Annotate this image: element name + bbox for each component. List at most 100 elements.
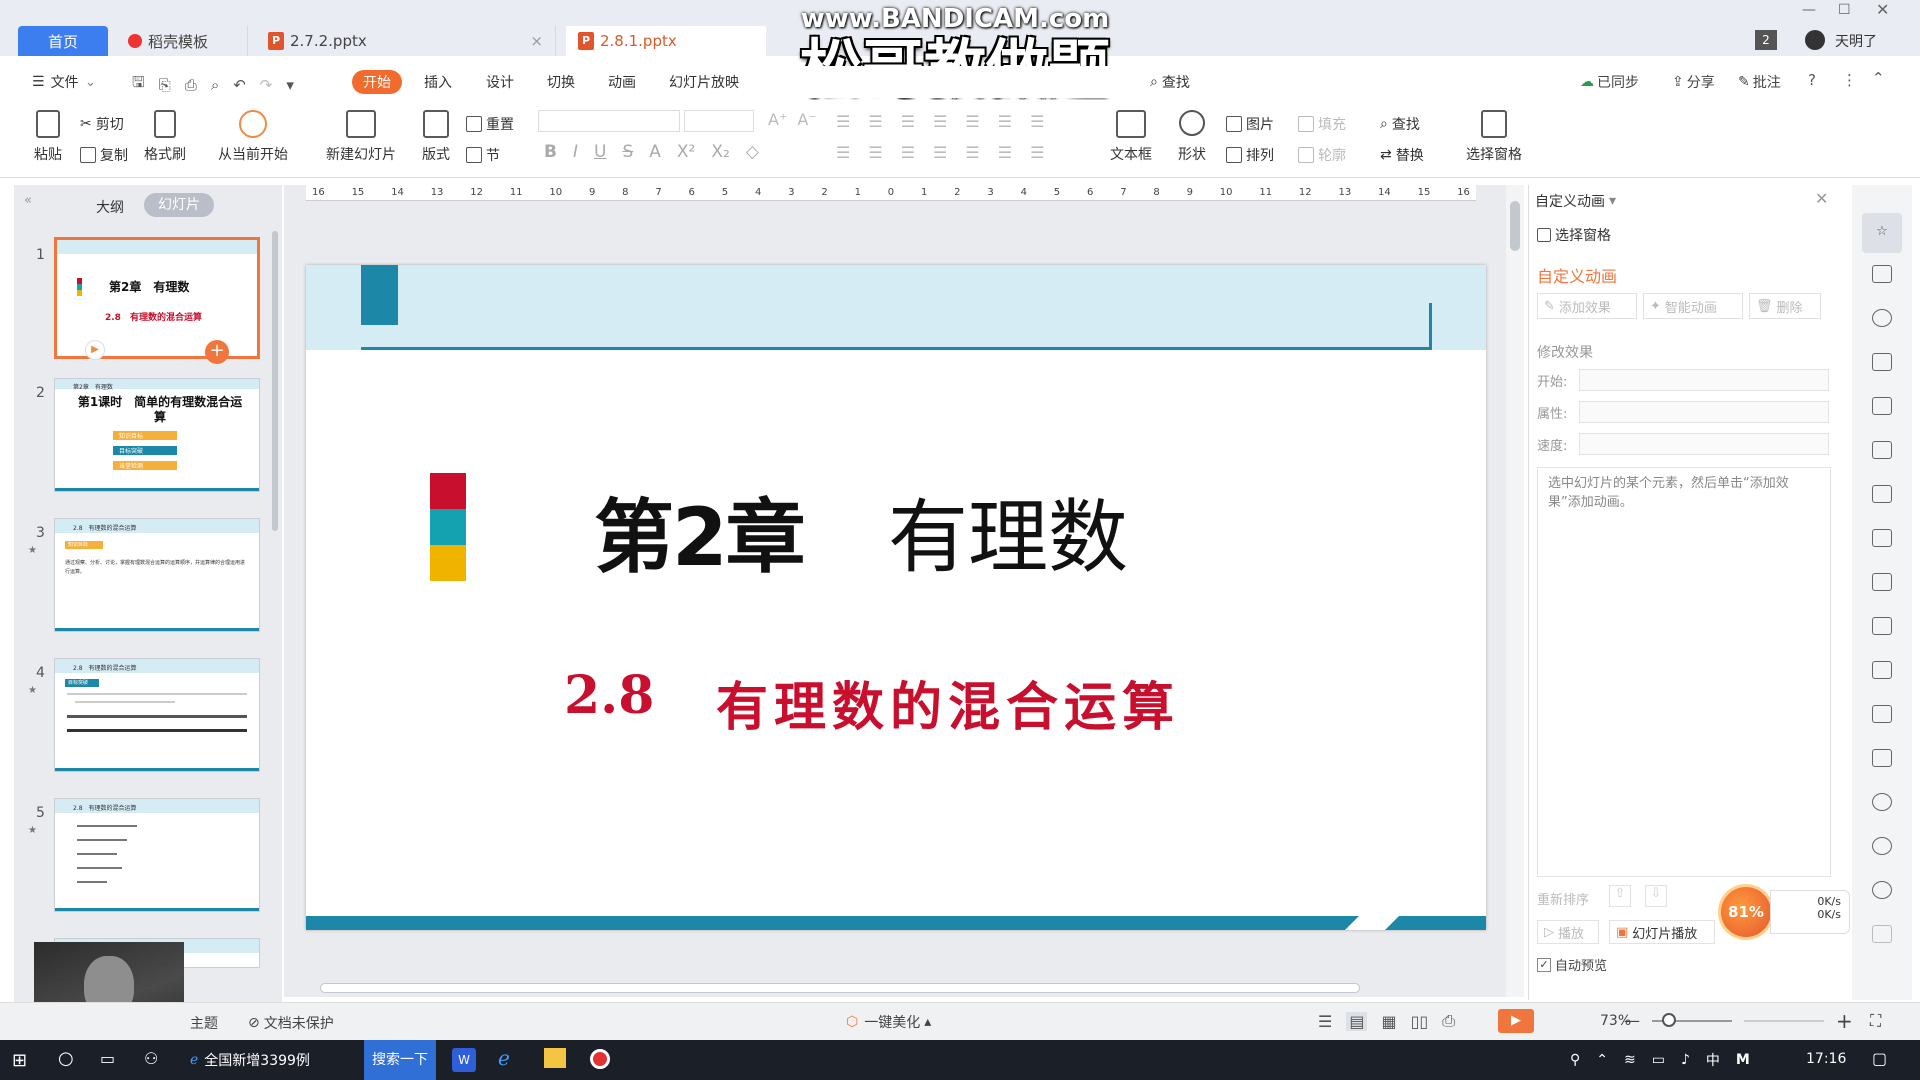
export-icon[interactable] xyxy=(1872,617,1892,635)
slide-thumbnail-4[interactable]: 2.8 有理数的混合运算 目标突破 xyxy=(54,658,260,772)
animation-tool-button[interactable]: ☆ xyxy=(1862,213,1902,253)
comment-button[interactable]: ✎ 批注 xyxy=(1738,72,1781,92)
close-panel-icon[interactable]: ✕ xyxy=(1815,189,1828,208)
zoom-out-icon[interactable]: — xyxy=(1624,1011,1640,1030)
normal-view-icon[interactable]: ▤ xyxy=(1346,1011,1368,1031)
new-slide-button[interactable]: 新建幻灯片 xyxy=(316,110,406,164)
search-box-button[interactable]: 搜索一下 xyxy=(364,1040,436,1080)
clock[interactable]: 17:16 xyxy=(1806,1051,1846,1067)
redo-icon[interactable]: ↷ xyxy=(260,76,273,94)
section-button[interactable]: 节 xyxy=(466,145,500,165)
tab-docer-template[interactable]: 稻壳模板 xyxy=(116,26,248,56)
collapse-ribbon-icon[interactable]: ⌃ xyxy=(1872,69,1885,87)
help-icon[interactable]: ? xyxy=(1808,71,1816,89)
format-painter-button[interactable]: 格式刷 xyxy=(140,110,190,164)
distribute-icon[interactable]: ☰ xyxy=(965,143,979,162)
search-button[interactable]: ⌕ 查找 xyxy=(1150,72,1190,92)
horizontal-scroll-thumb[interactable] xyxy=(320,983,1360,993)
net-meter-percent[interactable]: 81% xyxy=(1718,884,1774,940)
picture-button[interactable]: 图片 xyxy=(1226,114,1274,134)
zoom-in-icon[interactable]: + xyxy=(1836,1009,1853,1033)
align-right-icon[interactable]: ☰ xyxy=(901,143,915,162)
slide-thumbnail-2[interactable]: 第2章 有理数 第1课时 简单的有理数混合运算 知识目标 目标突破 当堂检测 xyxy=(54,378,260,492)
move-up-icon[interactable]: ⇧ xyxy=(1609,885,1631,907)
menu-insert[interactable]: 插入 xyxy=(424,72,452,92)
archive-icon[interactable] xyxy=(1872,661,1892,679)
windows-start-icon[interactable]: ⊞ xyxy=(12,1050,27,1071)
arrange-button[interactable]: 排列 xyxy=(1226,145,1274,165)
task-view-icon[interactable]: ▭ xyxy=(100,1049,115,1068)
people-icon[interactable]: ⚇ xyxy=(144,1049,158,1068)
textbox-button[interactable]: 文本框 xyxy=(1106,110,1156,164)
customize-icon[interactable]: ▾ xyxy=(286,76,294,94)
shape-tool-icon[interactable] xyxy=(1872,309,1892,327)
move-down-icon[interactable]: ⇩ xyxy=(1645,885,1667,907)
strikethrough-icon[interactable]: S xyxy=(622,142,633,162)
indent-icon[interactable]: ☰ xyxy=(933,112,947,131)
from-current-button[interactable]: 从当前开始 xyxy=(208,110,298,164)
help-icon[interactable] xyxy=(1872,881,1892,899)
play-slideshow-button[interactable]: ▶ xyxy=(1498,1009,1534,1033)
font-size-combo[interactable] xyxy=(684,110,754,132)
audio-icon[interactable] xyxy=(1872,749,1892,767)
clear-format-icon[interactable]: ◇ xyxy=(746,142,759,162)
undo-icon[interactable]: ↶ xyxy=(233,76,246,94)
tab-doc-281[interactable]: P 2.8.1.pptx xyxy=(566,26,766,56)
play-slide-icon[interactable]: ▶ xyxy=(85,340,105,360)
menu-home[interactable]: 开始 xyxy=(352,70,402,94)
find-button[interactable]: ⌕ 查找 xyxy=(1380,114,1420,134)
reading-view-icon[interactable]: ▯▯ xyxy=(1411,1012,1429,1031)
fit-window-icon[interactable]: ⛶ xyxy=(1870,1011,1881,1031)
shrink-font-icon[interactable]: A⁻ xyxy=(797,110,816,129)
vertical-scrollbar[interactable] xyxy=(1506,185,1524,997)
grow-font-icon[interactable]: A⁺ xyxy=(768,110,787,129)
gallery-icon[interactable] xyxy=(1872,573,1892,591)
theme-label[interactable]: 主题 xyxy=(190,1013,218,1033)
current-slide[interactable]: 第2章 有理数 2.8 有理数的混合运算 xyxy=(306,265,1486,930)
adjust-icon[interactable] xyxy=(1872,529,1892,547)
start-select[interactable] xyxy=(1579,369,1829,391)
print-icon[interactable]: ⎙ xyxy=(185,76,197,94)
animation-list[interactable]: 选中幻灯片的某个元素，然后单击“添加效果”添加动画。 xyxy=(1537,467,1831,877)
vertical-scroll-thumb[interactable] xyxy=(1510,201,1520,251)
menu-animation[interactable]: 动画 xyxy=(608,72,636,92)
menu-transition[interactable]: 切换 xyxy=(547,72,575,92)
speed-select[interactable] xyxy=(1579,433,1829,455)
tab-doc-272[interactable]: P 2.7.2.pptx × xyxy=(256,26,556,56)
slide-thumbnail-1[interactable]: 第2章 有理数 2.8 有理数的混合运算 ▶ + xyxy=(54,237,260,364)
collapse-panel-icon[interactable]: « xyxy=(24,193,32,208)
replace-button[interactable]: ⇄ 替换 xyxy=(1380,145,1424,165)
menu-slideshow[interactable]: 幻灯片放映 xyxy=(669,72,739,92)
columns-icon[interactable]: ☰ xyxy=(965,112,979,131)
file-menu[interactable]: ☰ 文件 ⌄ xyxy=(32,72,96,92)
superscript-icon[interactable]: X² xyxy=(677,142,695,162)
search-circle-icon[interactable]: ○ xyxy=(58,1048,74,1069)
user-avatar[interactable] xyxy=(1805,30,1825,50)
font-name-combo[interactable] xyxy=(538,110,680,132)
thumbnail-scrollbar[interactable] xyxy=(272,231,278,531)
delete-button[interactable]: 🗑 删除 xyxy=(1749,293,1821,319)
justify-icon[interactable]: ☰ xyxy=(933,143,947,162)
text-direction-icon[interactable]: ☰ xyxy=(1030,112,1044,131)
cube-icon[interactable] xyxy=(1872,925,1892,943)
tab-home[interactable]: 首页 xyxy=(18,26,108,56)
ime-mode-indicator[interactable]: M xyxy=(1736,1052,1750,1068)
slide-thumbnail-5[interactable]: 2.8 有理数的混合运算 xyxy=(54,798,260,912)
auto-preview-checkbox[interactable]: ✓ 自动预览 xyxy=(1537,955,1607,974)
record-icon[interactable] xyxy=(590,1049,610,1069)
zoom-slider-thumb[interactable] xyxy=(1662,1013,1676,1027)
align-center-icon[interactable]: ☰ xyxy=(868,143,882,162)
close-icon[interactable]: ✕ xyxy=(1876,0,1889,19)
subscript-icon[interactable]: X₂ xyxy=(711,142,729,162)
sync-status[interactable]: ☁ 已同步 xyxy=(1580,72,1639,92)
paste-button[interactable]: 粘贴 xyxy=(28,110,68,164)
underline-icon[interactable]: U xyxy=(594,142,606,162)
play-button[interactable]: ▷ 播放 xyxy=(1537,920,1599,944)
tab-slides[interactable]: 幻灯片 xyxy=(144,193,214,217)
select-pane-button[interactable]: 选择窗格 xyxy=(1462,110,1526,164)
line-spacing-icon[interactable]: ☰ xyxy=(998,112,1012,131)
shield-icon[interactable] xyxy=(1872,793,1892,811)
reset-button[interactable]: 重置 xyxy=(466,114,514,134)
notes-icon[interactable]: ☰ xyxy=(1318,1012,1332,1031)
add-slide-icon[interactable]: + xyxy=(205,340,229,364)
